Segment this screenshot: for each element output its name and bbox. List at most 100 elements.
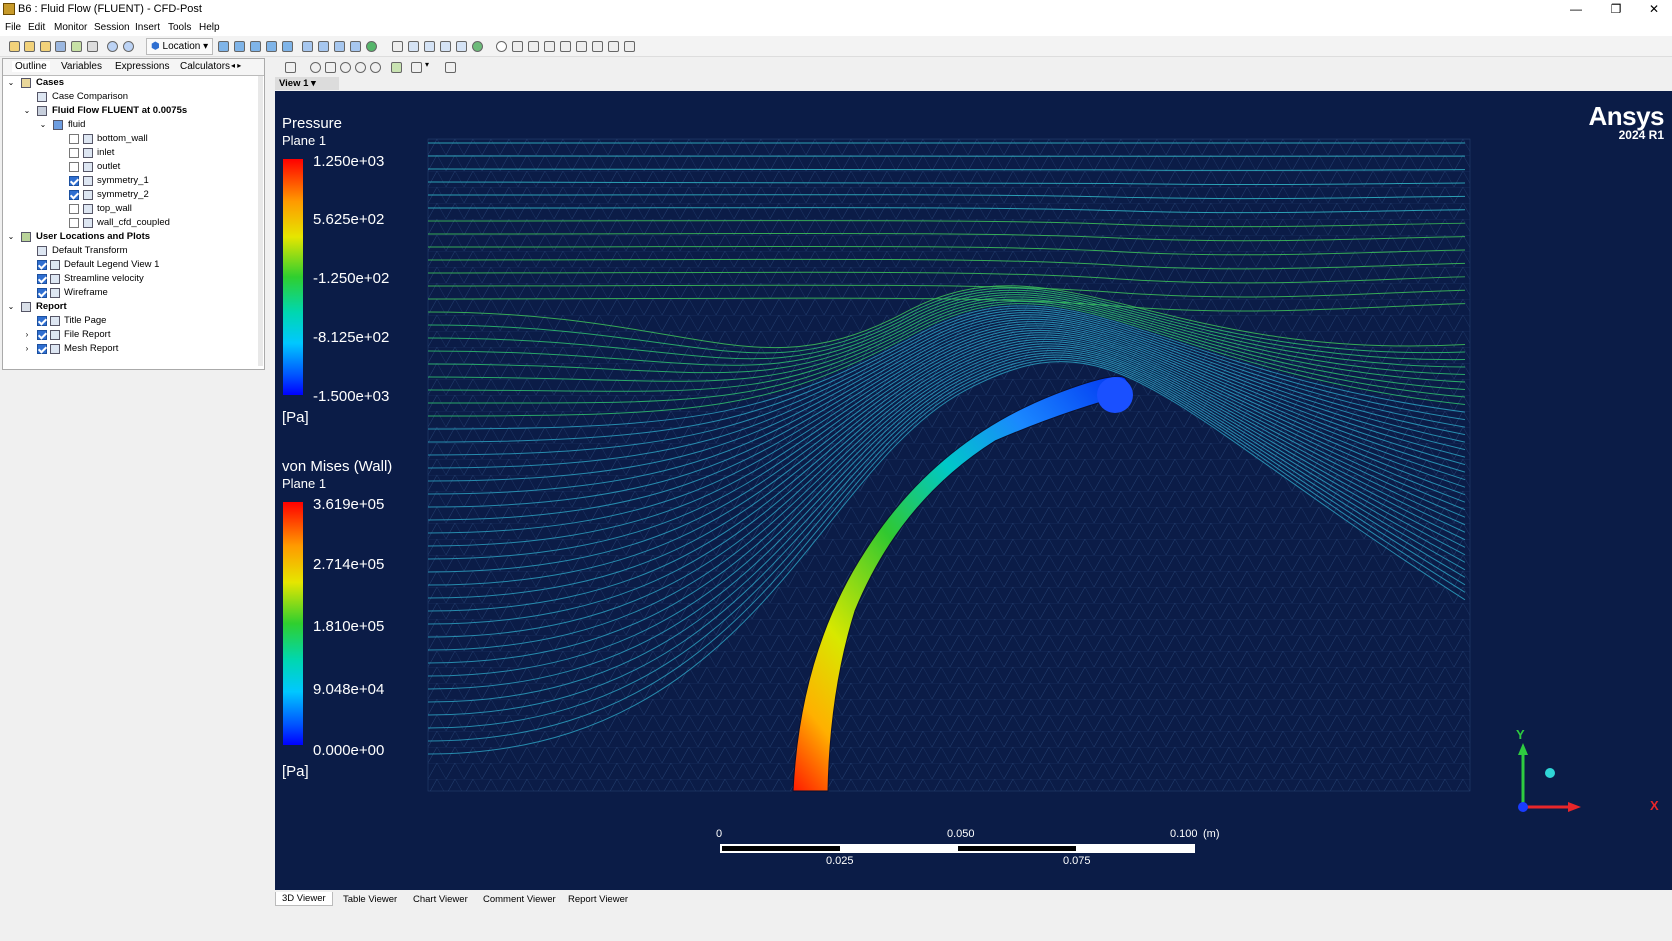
location-dropdown[interactable]: ⬢ Location ▾: [146, 38, 214, 55]
collapse-icon[interactable]: ⌄: [7, 300, 15, 314]
visibility-checkbox[interactable]: [69, 134, 79, 144]
menu-bar: File Edit Monitor Session Insert Tools H…: [0, 20, 1672, 36]
boundary-icon: [83, 134, 93, 144]
animation-icon[interactable]: [472, 41, 483, 52]
transform-icon: [37, 246, 47, 256]
volume-rendering-icon[interactable]: [302, 41, 313, 52]
menu-session[interactable]: Session: [94, 22, 130, 33]
tab-comment-viewer[interactable]: Comment Viewer: [483, 894, 556, 905]
chevron-down-icon[interactable]: ▾: [425, 60, 429, 69]
save-picture-icon[interactable]: [71, 41, 82, 52]
visibility-checkbox[interactable]: [37, 344, 47, 354]
collapse-icon[interactable]: ⌄: [7, 76, 15, 90]
tab-variables[interactable]: Variables: [61, 61, 102, 72]
3d-viewer[interactable]: Pressure Plane 1 1.250e+03 5.625e+02 -1.…: [275, 91, 1672, 890]
menu-help[interactable]: Help: [199, 22, 220, 33]
legend-icon[interactable]: [334, 41, 345, 52]
tab-expressions[interactable]: Expressions: [115, 61, 169, 72]
menu-insert[interactable]: Insert: [135, 22, 160, 33]
visibility-checkbox[interactable]: [69, 218, 79, 228]
detach-viewer-icon[interactable]: [445, 62, 456, 73]
instance-transform-icon[interactable]: [350, 41, 361, 52]
visibility-checkbox[interactable]: [69, 162, 79, 172]
tab-report-viewer[interactable]: Report Viewer: [568, 894, 628, 905]
tab-scroll-arrows-icon[interactable]: ◂ ▸: [231, 61, 241, 70]
maximize-button[interactable]: ❐: [1600, 1, 1632, 18]
visibility-checkbox[interactable]: [69, 148, 79, 158]
visibility-checkbox[interactable]: [37, 330, 47, 340]
print-icon[interactable]: [87, 41, 98, 52]
load-state-icon[interactable]: [24, 41, 35, 52]
variable-icon[interactable]: [392, 41, 403, 52]
visibility-checkbox[interactable]: [69, 204, 79, 214]
menu-file[interactable]: File: [5, 22, 21, 33]
timestep-selector-icon[interactable]: [496, 41, 507, 52]
visibility-checkbox[interactable]: [37, 316, 47, 326]
minimize-button[interactable]: —: [1560, 1, 1592, 18]
collapse-icon[interactable]: ⌄: [7, 230, 15, 244]
tab-3d-viewer[interactable]: 3D Viewer: [275, 892, 333, 906]
rotate-icon[interactable]: [310, 62, 321, 73]
tree-label: Report: [36, 301, 67, 312]
macro-calculator-icon[interactable]: [560, 41, 571, 52]
scale-label: 0.025: [826, 855, 854, 867]
visibility-checkbox[interactable]: [37, 288, 47, 298]
new-case-icon[interactable]: [9, 41, 20, 52]
collapse-icon[interactable]: ⌄: [23, 104, 31, 118]
mesh-calculator-icon[interactable]: [576, 41, 587, 52]
comment-icon[interactable]: [440, 41, 451, 52]
table-icon[interactable]: [408, 41, 419, 52]
vector-icon[interactable]: [234, 41, 245, 52]
visibility-checkbox[interactable]: [69, 190, 79, 200]
title-bar: B6 : Fluid Flow (FLUENT) - CFD-Post — ❐ …: [0, 0, 1672, 20]
isosurface-icon[interactable]: [318, 41, 329, 52]
fit-view-icon[interactable]: [370, 62, 381, 73]
zoom-box-icon[interactable]: [355, 62, 366, 73]
plane-icon[interactable]: [218, 41, 229, 52]
tab-calculators[interactable]: Calculators: [180, 61, 230, 72]
particle-track-icon[interactable]: [282, 41, 293, 52]
redo-icon[interactable]: [123, 41, 134, 52]
figure-icon[interactable]: [456, 41, 467, 52]
tree-label: Mesh Report: [64, 343, 119, 354]
panel-scrollbar[interactable]: [258, 76, 263, 366]
select-icon[interactable]: [285, 62, 296, 73]
tab-chart-viewer[interactable]: Chart Viewer: [413, 894, 468, 905]
menu-edit[interactable]: Edit: [28, 22, 45, 33]
tree-label: Title Page: [64, 315, 107, 326]
close-button[interactable]: ✕: [1638, 1, 1670, 18]
quick-editor-icon[interactable]: [512, 41, 523, 52]
command-editor-icon[interactable]: [608, 41, 619, 52]
probe-icon[interactable]: [528, 41, 539, 52]
probe-icon[interactable]: [391, 62, 402, 73]
menu-monitor[interactable]: Monitor: [54, 22, 87, 33]
tree-label: Default Transform: [52, 245, 128, 256]
tab-table-viewer[interactable]: Table Viewer: [343, 894, 397, 905]
case-comparison-icon[interactable]: [592, 41, 603, 52]
function-calculator-icon[interactable]: [544, 41, 555, 52]
color-map-icon[interactable]: [366, 41, 377, 52]
expand-icon[interactable]: ›: [23, 342, 31, 356]
pan-icon[interactable]: [325, 62, 336, 73]
load-results-icon[interactable]: [40, 41, 51, 52]
cfd-scene[interactable]: [275, 91, 1672, 890]
visibility-checkbox[interactable]: [69, 176, 79, 186]
axis-triad: [1518, 743, 1581, 812]
expand-icon[interactable]: ›: [23, 328, 31, 342]
chart-icon[interactable]: [424, 41, 435, 52]
viewport-layout-icon[interactable]: [411, 62, 422, 73]
save-state-icon[interactable]: [55, 41, 66, 52]
menu-tools[interactable]: Tools: [168, 22, 191, 33]
turbo-icon[interactable]: [624, 41, 635, 52]
contour-icon[interactable]: [250, 41, 261, 52]
tab-outline[interactable]: Outline: [12, 61, 50, 72]
view-selector[interactable]: View 1 ▾: [275, 77, 339, 90]
visibility-checkbox[interactable]: [37, 274, 47, 284]
location-icon: ⬢: [151, 41, 163, 52]
visibility-checkbox[interactable]: [37, 260, 47, 270]
collapse-icon[interactable]: ⌄: [39, 118, 47, 132]
undo-icon[interactable]: [107, 41, 118, 52]
zoom-icon[interactable]: [340, 62, 351, 73]
vonmises-legend-value: 3.619e+05: [313, 496, 385, 513]
streamline-icon[interactable]: [266, 41, 277, 52]
